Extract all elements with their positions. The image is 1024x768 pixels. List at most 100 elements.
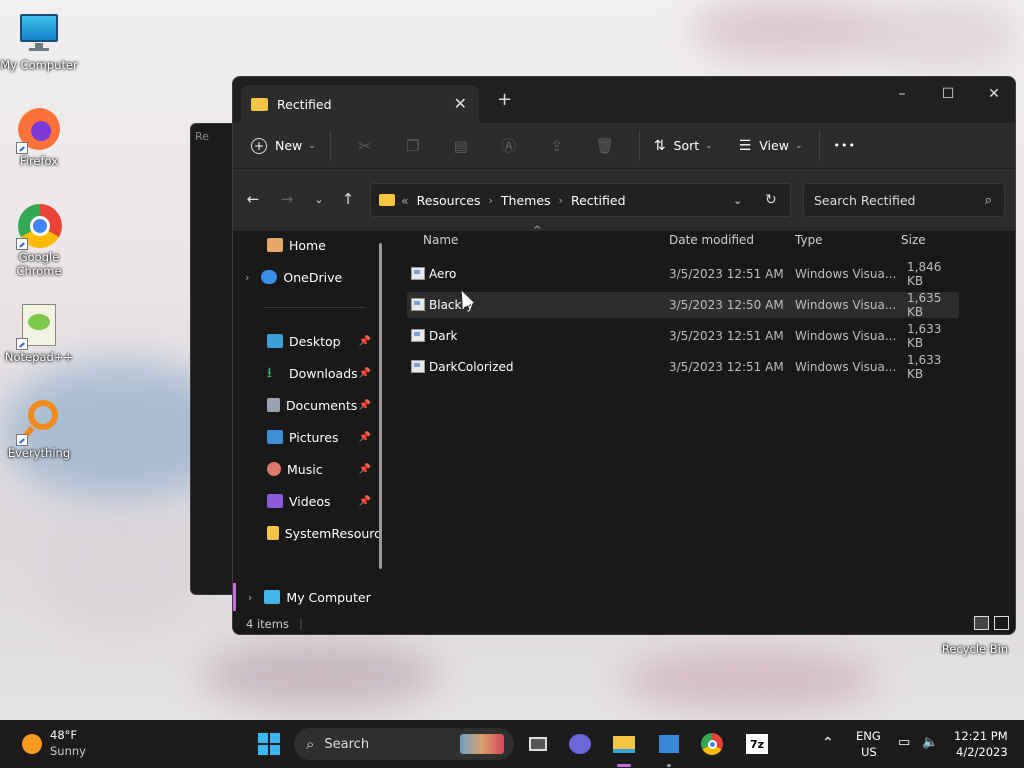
new-button[interactable]: + New ⌄ [251,130,316,162]
nav-item-desktop[interactable]: Desktop 📌 [233,327,381,355]
table-row[interactable]: Dark 3/5/2023 12:51 AM Windows Visua... … [407,322,959,350]
sort-indicator-icon: ^ [533,225,542,236]
teams-chat-icon[interactable] [566,730,594,758]
file-name: Aero [429,267,457,281]
nav-item-home[interactable]: Home [233,231,381,259]
new-tab-button[interactable]: + [497,89,512,110]
volume-icon[interactable]: 🔈 [922,734,938,752]
taskbar-search[interactable]: ⌕ Search [294,728,514,760]
forward-arrow-icon[interactable]: → [275,187,299,211]
file-date: 3/5/2023 12:50 AM [669,298,784,312]
copy-icon[interactable]: ❐ [389,130,437,162]
minimize-button[interactable]: – [879,81,925,107]
windows-start-icon[interactable] [255,730,283,758]
weather-desc[interactable]: Sunny [50,744,86,760]
desktop-icon-notepadpp[interactable]: Notepad++ [0,302,78,364]
address-dropdown-icon[interactable]: ⌄ [733,194,742,207]
delete-icon[interactable]: 🗑 [581,130,629,162]
desktop-icon-label: My Computer [0,58,78,72]
desktop-icon-label: Everything [7,446,71,460]
folder-icon [379,194,395,206]
column-header-size[interactable]: Size [901,233,926,247]
desktop-icon-everything[interactable]: Everything [0,398,78,460]
file-type: Windows Visua... [795,360,897,374]
nav-item-pictures[interactable]: Pictures 📌 [233,423,381,451]
network-icon[interactable]: ▭ [898,734,910,752]
desktop-icon-chrome[interactable]: Google Chrome [0,202,78,279]
search-icon: ⌕ [984,192,992,208]
download-icon: ⭳ [267,365,272,381]
desktop-icon-my-computer[interactable]: My Computer [0,10,78,72]
theme-file-icon [411,360,425,373]
search-input[interactable]: Search Rectified ⌕ [803,183,1005,217]
column-header-type[interactable]: Type [795,233,823,247]
column-header-date[interactable]: Date modified [669,233,754,247]
chrome-icon[interactable] [698,730,726,758]
paste-icon[interactable]: ▤ [437,130,485,162]
clock-date[interactable]: 4/2/2023 [956,745,1008,761]
nav-item-music[interactable]: Music 📌 [233,455,381,483]
nav-item-downloads[interactable]: ⭳ Downloads 📌 [233,359,381,387]
pin-icon: 📌 [358,335,371,347]
file-name: Dark [429,329,458,343]
table-row[interactable]: Blackry 3/5/2023 12:50 AM Windows Visua.… [407,291,959,319]
language-top[interactable]: ENG [856,729,881,745]
pin-icon: 📌 [358,399,371,411]
table-row[interactable]: DarkColorized 3/5/2023 12:51 AM Windows … [407,353,959,381]
cut-icon[interactable]: ✂ [341,130,389,162]
rename-icon[interactable]: Ⓐ [485,130,533,162]
search-placeholder: Search Rectified [814,192,916,208]
table-row[interactable]: Aero 3/5/2023 12:51 AM Windows Visua... … [407,260,959,288]
nav-item-systemresources[interactable]: SystemResourc [233,519,381,547]
chrome-icon [16,202,62,250]
nav-item-mycomputer[interactable]: › My Computer [233,583,381,611]
address-bar[interactable]: « Resources › Themes › Rectified ⌄ ↻ [370,183,791,217]
sort-icon: ⇅ [653,137,666,154]
breadcrumb-themes[interactable]: Themes [501,193,551,208]
sevenzip-icon[interactable]: 7z [743,730,771,758]
maximize-button[interactable]: ☐ [925,81,971,107]
file-explorer-icon[interactable] [610,730,638,758]
breadcrumb-overflow[interactable]: « [401,193,409,208]
nav-item-videos[interactable]: Videos 📌 [233,487,381,515]
chevron-right-icon: › [245,270,250,284]
sort-button[interactable]: ⇅ Sort ⌄ [654,130,713,162]
cloud-icon [261,270,278,284]
file-explorer-window: Rectified ✕ + – ☐ ✕ + New ⌄ ✂ ❐ ▤ Ⓐ ⇪ 🗑 … [232,76,1016,635]
column-header-name[interactable]: Name [423,233,458,247]
up-arrow-icon[interactable]: ↑ [336,187,360,211]
clock-time[interactable]: 12:21 PM [954,729,1008,745]
refresh-icon[interactable]: ↻ [765,192,777,208]
nav-scrollbar[interactable] [379,243,382,569]
pin-icon: 📌 [358,495,371,507]
breadcrumb-resources[interactable]: Resources [417,193,481,208]
nav-item-documents[interactable]: Documents 📌 [233,391,381,419]
tiles-view-icon[interactable] [994,616,1009,630]
weather-temp[interactable]: 48°F [50,728,77,744]
nav-label: Music [287,461,323,477]
app-store-icon[interactable] [655,730,683,758]
tab-rectified[interactable]: Rectified ✕ [241,85,479,123]
chevron-up-icon[interactable]: ⌃ [822,734,834,753]
details-view-icon[interactable] [974,616,989,630]
breadcrumb-rectified[interactable]: Rectified [571,193,626,208]
document-icon [267,398,280,412]
desktop-icon-firefox[interactable]: Firefox [0,106,78,168]
theme-file-icon [411,298,425,311]
close-tab-icon[interactable]: ✕ [454,94,467,113]
pin-icon: 📌 [358,463,371,475]
close-window-button[interactable]: ✕ [971,81,1015,107]
monitor-icon [264,590,281,604]
address-row: ← → ⌄ ↑ « Resources › Themes › Rectified… [233,169,1015,231]
nav-label: Home [289,237,326,253]
recent-chevron-icon[interactable]: ⌄ [307,187,331,211]
share-icon[interactable]: ⇪ [533,130,581,162]
nav-item-onedrive[interactable]: › OneDrive [233,263,381,291]
language-bottom[interactable]: US [861,745,877,761]
task-view-icon[interactable] [524,730,552,758]
more-options-button[interactable]: ••• [834,130,856,162]
file-type: Windows Visua... [795,329,897,343]
weather-sun-icon[interactable] [18,730,46,758]
view-button[interactable]: ☰ View ⌄ [739,130,803,162]
back-arrow-icon[interactable]: ← [241,187,265,211]
